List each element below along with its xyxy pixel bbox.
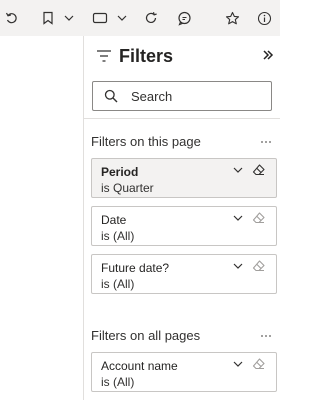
filter-card-title: Future date? bbox=[101, 261, 170, 275]
filters-pane: Filters Filters on this page Period is Q… bbox=[84, 36, 280, 400]
more-options-icon[interactable] bbox=[260, 334, 272, 338]
filter-card-date[interactable]: Date is (All) bbox=[91, 206, 277, 246]
section-label-this-page: Filters on this page bbox=[91, 134, 201, 149]
clear-filter-icon[interactable] bbox=[252, 212, 265, 224]
favorite-star-icon[interactable] bbox=[224, 8, 240, 28]
filter-card-title: Date bbox=[101, 213, 127, 227]
filter-card-value: is Quarter bbox=[101, 181, 154, 195]
chevron-down-icon[interactable] bbox=[233, 263, 243, 269]
section-label-all-pages: Filters on all pages bbox=[91, 328, 201, 343]
view-icon[interactable] bbox=[91, 8, 109, 28]
clear-filter-icon[interactable] bbox=[252, 260, 265, 272]
filter-icon bbox=[97, 50, 111, 62]
refresh-icon[interactable] bbox=[143, 8, 159, 28]
filter-card-value: is (All) bbox=[101, 277, 135, 291]
comment-icon[interactable] bbox=[176, 8, 192, 28]
filter-card-value: is (All) bbox=[101, 375, 135, 389]
chevron-down-icon[interactable] bbox=[63, 8, 75, 28]
pane-title: Filters bbox=[119, 46, 174, 66]
search-divider bbox=[84, 118, 280, 119]
chevron-down-icon[interactable] bbox=[233, 361, 243, 367]
more-options-icon[interactable] bbox=[260, 140, 272, 144]
search-input[interactable] bbox=[131, 88, 261, 104]
bookmark-icon[interactable] bbox=[41, 8, 55, 28]
collapse-pane-icon[interactable] bbox=[262, 48, 274, 62]
filter-card-period[interactable]: Period is Quarter bbox=[91, 158, 277, 198]
filter-card-title: Period bbox=[101, 165, 139, 179]
report-toolbar bbox=[0, 0, 280, 36]
chevron-down-icon[interactable] bbox=[116, 8, 128, 28]
info-icon[interactable] bbox=[256, 8, 272, 28]
chevron-down-icon[interactable] bbox=[233, 167, 243, 173]
undo-icon[interactable] bbox=[4, 8, 20, 28]
search-icon bbox=[104, 89, 118, 103]
filter-card-future-date[interactable]: Future date? is (All) bbox=[91, 254, 277, 294]
clear-filter-icon[interactable] bbox=[252, 164, 265, 176]
filters-pane-header: Filters bbox=[84, 36, 280, 78]
filter-search-box[interactable] bbox=[92, 81, 272, 111]
clear-filter-icon[interactable] bbox=[252, 358, 265, 370]
filter-card-account-name[interactable]: Account name is (All) bbox=[91, 352, 277, 392]
report-canvas bbox=[0, 36, 83, 400]
chevron-down-icon[interactable] bbox=[233, 215, 243, 221]
filter-card-title: Account name bbox=[101, 359, 178, 373]
filter-card-value: is (All) bbox=[101, 229, 135, 243]
